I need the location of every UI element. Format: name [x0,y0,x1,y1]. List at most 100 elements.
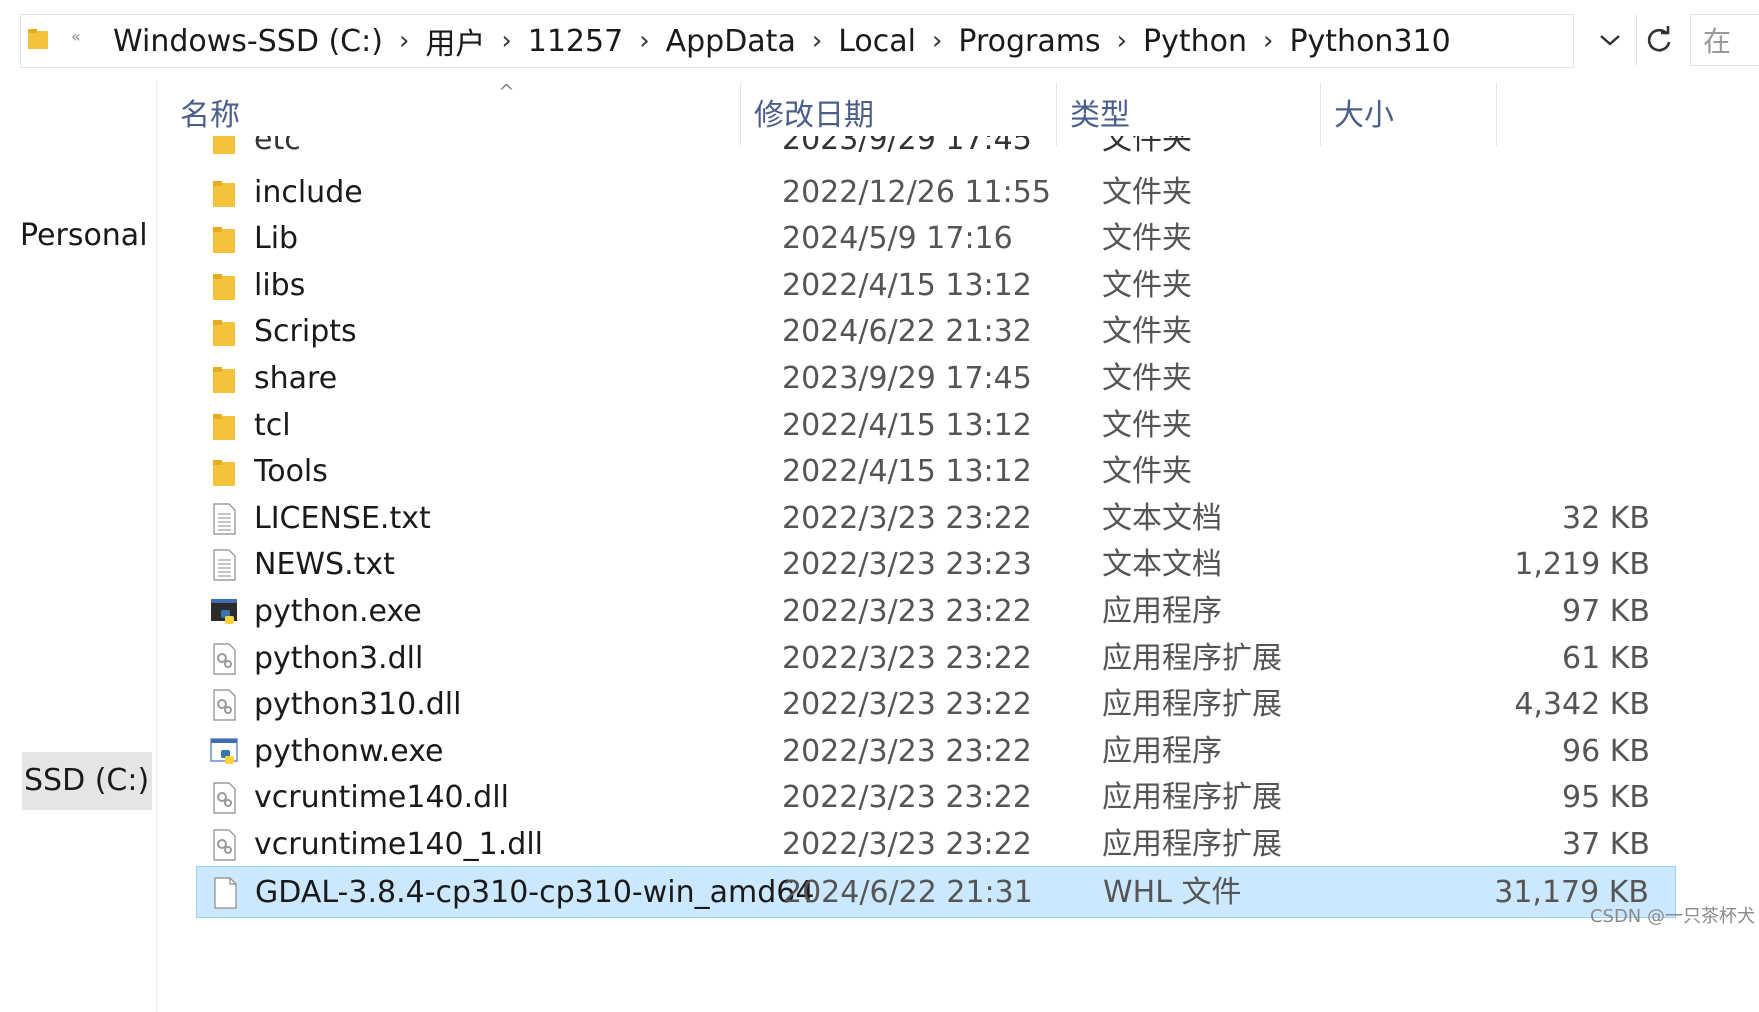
address-bar[interactable]: « Windows-SSD (C:) › 用户 › 11257 › AppDat… [20,14,1574,68]
file-row[interactable]: python3.dll 2022/3/23 23:22 应用程序扩展 61 KB [196,633,1676,685]
chevron-right-icon[interactable]: › [928,26,946,56]
file-type: 文件夹 [1102,174,1192,210]
file-date: 2024/6/22 21:31 [783,874,1033,910]
column-header-name[interactable]: 名称 [180,94,240,138]
file-size: 96 KB [1562,733,1650,769]
file-row[interactable]: Lib 2024/5/9 17:16 文件夹 [196,213,1676,265]
file-type: 文件夹 [1102,221,1192,257]
file-type: 文件夹 [1102,361,1192,396]
file-row[interactable]: Tools 2022/4/15 13:12 文件夹 [196,446,1676,498]
file-row[interactable]: share 2023/9/29 17:45 文件夹 [196,353,1676,405]
file-name: Scripts [254,314,357,350]
file-date: 2022/3/23 23:22 [782,640,1032,676]
folder-icon [210,316,238,348]
folder-icon [210,410,238,442]
file-row[interactable]: Scripts 2024/6/22 21:32 文件夹 [196,306,1676,358]
chevron-right-icon[interactable]: › [1259,26,1277,56]
dll-file-icon [210,689,238,721]
file-date: 2022/3/23 23:22 [782,827,1032,862]
folder-icon [210,363,238,395]
file-name: libs [254,267,306,303]
navigation-pane: Personal SSD (C:) [0,80,157,1012]
folder-icon [210,270,238,302]
file-type: 应用程序扩展 [1102,780,1282,816]
file-row[interactable]: include 2022/12/26 11:55 文件夹 [196,167,1676,219]
file-row-selected[interactable]: GDAL-3.8.4-cp310-cp310-win_amd64... 2024/… [196,865,1676,918]
file-date: 2022/12/26 11:55 [782,174,1051,210]
file-row[interactable]: libs 2022/4/15 13:12 文件夹 [196,260,1676,312]
file-date: 2023/9/29 17:45 [782,136,1032,157]
refresh-button[interactable] [1636,14,1681,66]
folder-icon [210,456,238,488]
file-type: 应用程序扩展 [1102,640,1282,676]
file-type: WHL 文件 [1103,874,1242,910]
search-input[interactable]: 在 [1690,14,1759,66]
file-date: 2022/4/15 13:12 [782,454,1032,490]
chevron-right-icon[interactable]: › [635,26,653,56]
dll-file-icon [210,829,238,861]
file-name: etc [254,136,301,157]
column-header-size[interactable]: 大小 [1334,94,1394,138]
folder-icon [210,177,238,209]
breadcrumb-item[interactable]: Local [826,24,928,59]
chevron-right-icon[interactable]: › [497,26,515,56]
python-exe-icon [210,596,238,628]
file-type: 应用程序扩展 [1102,827,1282,862]
file-date: 2024/5/9 17:16 [782,221,1013,257]
file-size: 97 KB [1562,594,1650,629]
dll-file-icon [210,782,238,814]
file-date: 2022/3/23 23:22 [782,500,1032,536]
file-type: 文件夹 [1102,136,1192,157]
file-row[interactable]: tcl 2022/4/15 13:12 文件夹 [196,400,1676,452]
file-name: share [254,361,338,396]
file-name: tcl [254,407,291,443]
file-row[interactable]: python.exe 2022/3/23 23:22 应用程序 97 KB [196,586,1676,638]
file-row[interactable]: python310.dll 2022/3/23 23:22 应用程序扩展 4,342 … [196,679,1676,731]
nav-item-personal[interactable]: Personal [20,218,148,253]
file-size: 4,342 KB [1514,687,1650,723]
chevron-right-icon[interactable]: › [808,26,826,56]
breadcrumb-item[interactable]: 11257 [516,24,635,59]
breadcrumb-item[interactable]: AppData [654,24,808,59]
file-name: GDAL-3.8.4-cp310-cp310-win_amd64... [255,874,815,910]
file-type: 文本文档 [1102,500,1222,536]
file-date: 2022/3/23 23:23 [782,547,1032,583]
folder-icon [210,136,238,156]
file-name: python310.dll [254,687,462,723]
file-row[interactable]: vcruntime140.dll 2022/3/23 23:22 应用程序扩展 95 … [196,772,1676,824]
file-date: 2023/9/29 17:45 [782,361,1032,396]
breadcrumb-item[interactable]: 用户 [413,19,497,63]
folder-icon [210,223,238,255]
breadcrumb-item[interactable]: Python310 [1277,24,1462,59]
nav-item-ssd[interactable]: SSD (C:) [22,752,152,810]
breadcrumb-item[interactable]: Windows-SSD (C:) [101,24,395,59]
file-name: Lib [254,221,299,257]
file-type: 应用程序 [1102,733,1222,769]
pythonw-exe-icon [210,736,238,768]
chevron-right-icon[interactable]: › [395,26,413,56]
address-dropdown-button[interactable] [1590,14,1630,66]
column-header-date[interactable]: 修改日期 [754,94,874,138]
file-name: include [254,174,363,210]
file-list: etc 2023/9/29 17:45 文件夹 include 2022/12/26 1… [196,136,1676,1012]
file-row[interactable]: etc 2023/9/29 17:45 文件夹 [196,136,1676,166]
file-size: 61 KB [1562,640,1650,676]
file-type: 文件夹 [1102,314,1192,350]
chevron-right-icon[interactable]: › [1113,26,1131,56]
breadcrumb-overflow-icon[interactable]: « [71,27,81,46]
dll-file-icon [210,642,238,675]
file-name: vcruntime140_1.dll [254,827,543,862]
file-row[interactable]: vcruntime140_1.dll 2022/3/23 23:22 应用程序扩展 3… [196,819,1676,871]
file-date: 2022/3/23 23:22 [782,780,1032,816]
file-row[interactable]: NEWS.txt 2022/3/23 23:23 文本文档 1,219 KB [196,539,1676,591]
file-name: NEWS.txt [254,547,395,583]
file-type: 应用程序扩展 [1102,687,1282,723]
file-row[interactable]: LICENSE.txt 2022/3/23 23:22 文本文档 32 KB [196,493,1676,545]
breadcrumb-item[interactable]: Programs [946,24,1112,59]
column-header-type[interactable]: 类型 [1070,94,1130,138]
file-row[interactable]: pythonw.exe 2022/3/23 23:22 应用程序 96 KB [196,726,1676,778]
folder-icon [28,29,48,49]
file-size: 1,219 KB [1514,547,1650,583]
breadcrumb-item[interactable]: Python [1131,24,1259,59]
file-type: 应用程序 [1102,594,1222,629]
